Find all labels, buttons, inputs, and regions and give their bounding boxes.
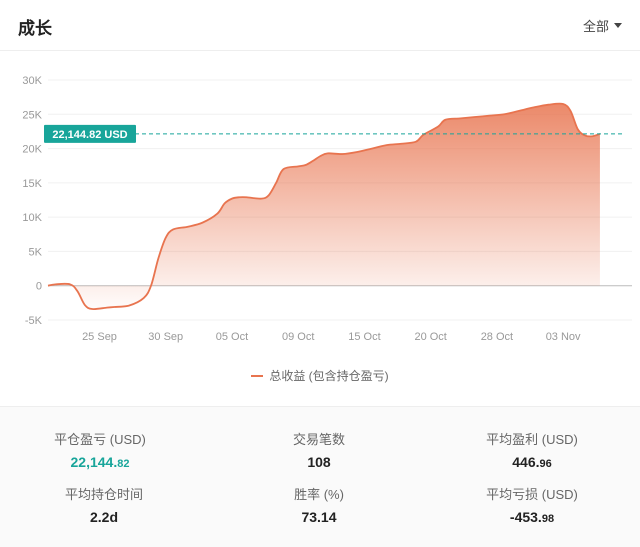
y-tick-label: -5K — [25, 315, 43, 327]
chart-legend[interactable]: 总收益 (包含持仓盈亏) — [0, 367, 640, 384]
stat-label: 平仓盈亏 (USD) — [54, 432, 146, 447]
stat-value: 108 — [307, 454, 331, 470]
stat-avg-loss: 平均亏损 (USD) -453.98 — [432, 484, 632, 525]
legend-line-icon — [251, 374, 264, 377]
marker-label: 22,144.82 USD — [52, 129, 127, 141]
x-tick-label: 20 Oct — [414, 331, 446, 343]
stat-value: 2.2d — [89, 509, 118, 525]
stat-value: -453.98 — [509, 509, 555, 525]
y-tick-label: 20K — [22, 144, 42, 156]
x-tick-label: 03 Nov — [546, 331, 581, 343]
x-tick-label: 05 Oct — [216, 331, 248, 343]
page-title: 成长 — [18, 19, 52, 38]
stat-trade-count: 交易笔数 108 — [219, 429, 419, 470]
stat-value: 73.14 — [301, 509, 337, 525]
stat-avg-holding-time: 平均持仓时间 2.2d — [4, 484, 204, 525]
y-tick-label: 30K — [22, 75, 42, 87]
x-tick-label: 25 Sep — [82, 331, 117, 343]
stat-label: 平均亏损 (USD) — [486, 487, 578, 502]
y-tick-label: 5K — [29, 246, 43, 258]
stat-avg-profit: 平均盈利 (USD) 446.96 — [432, 429, 632, 470]
growth-chart: 30K 25K 20K 15K 10K 5K 0 -5K 25 Sep 30 Sep 05 Oct 0… — [22, 75, 632, 343]
stat-label: 平均盈利 (USD) — [486, 432, 578, 447]
x-tick-label: 15 Oct — [348, 331, 380, 343]
stat-win-rate: 胜率 (%) 73.14 — [219, 484, 419, 525]
stat-closed-pnl: 平仓盈亏 (USD) 22,144.82 — [0, 429, 200, 470]
stat-label: 平均持仓时间 — [64, 487, 143, 502]
legend-label: 总收益 (包含持仓盈亏) — [269, 369, 389, 383]
x-tick-label: 09 Oct — [282, 331, 314, 343]
stats-panel: 平仓盈亏 (USD) 22,144.82 交易笔数 108 平均盈利 (USD)… — [0, 406, 640, 547]
filter-dropdown[interactable]: 全部 — [583, 16, 622, 35]
y-tick-label: 25K — [22, 109, 42, 121]
x-tick-label: 28 Oct — [481, 331, 513, 343]
y-tick-label: 15K — [22, 178, 42, 190]
header: 成长 全部 — [0, 0, 640, 51]
stat-value: 22,144.82 — [70, 454, 130, 470]
y-tick-label: 10K — [22, 212, 42, 224]
stat-value: 446.96 — [512, 454, 552, 470]
stat-label: 胜率 (%) — [294, 487, 344, 502]
caret-down-icon — [614, 23, 622, 28]
filter-label: 全部 — [582, 19, 609, 34]
stat-label: 交易笔数 — [292, 432, 345, 447]
x-tick-label: 30 Sep — [148, 331, 183, 343]
y-tick-label: 0 — [36, 281, 42, 293]
